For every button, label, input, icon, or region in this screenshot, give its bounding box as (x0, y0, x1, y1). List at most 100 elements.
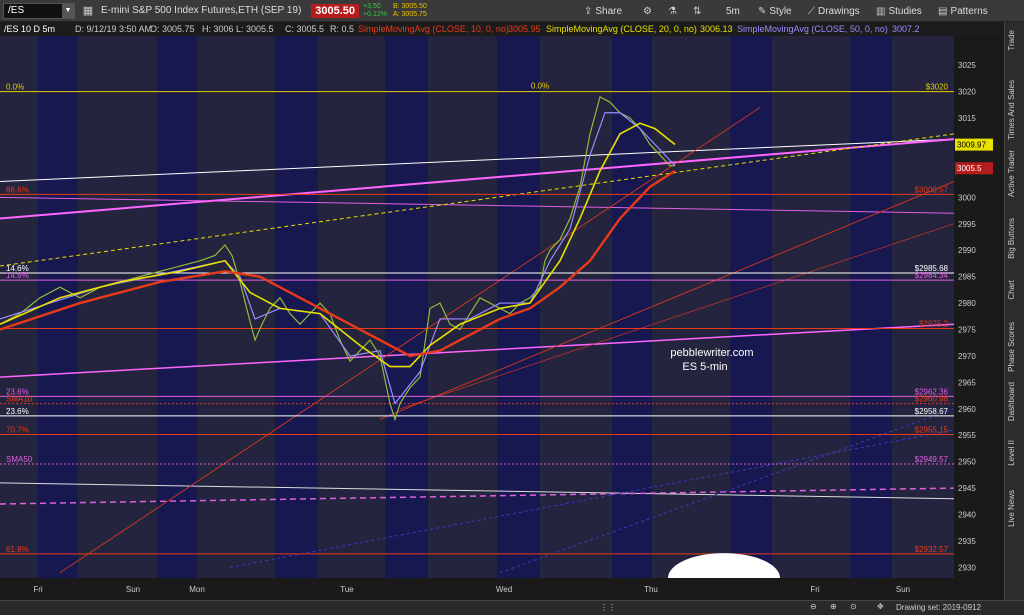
session-band (275, 36, 318, 578)
symbol-dropdown-icon[interactable]: ▼ (62, 3, 74, 18)
gear-button[interactable]: ⚙ (643, 3, 652, 19)
level-left-label: SMA10 (6, 395, 33, 404)
price-tag-label: 3005.5 (957, 164, 982, 173)
y-tick-label: 2940 (958, 511, 976, 520)
tab-chart[interactable]: Chart (1007, 280, 1023, 300)
y-tick-label: 2965 (958, 378, 976, 387)
scroll-handle-icon[interactable]: ⋮⋮ (600, 603, 616, 612)
y-tick-label: 2995 (958, 220, 976, 229)
status-open: O: 3005.75 (150, 24, 195, 34)
level-right-label: $3000.57 (915, 185, 949, 194)
right-sidebar: Trade Times And Sales Active Trader Big But… (1004, 22, 1024, 600)
drawings-button[interactable]: ⟋ Drawings (808, 3, 860, 19)
tab-times-and-sales[interactable]: Times And Sales (1007, 80, 1023, 140)
last-price: 3005.50 (311, 3, 360, 18)
status-high: H: 3006 (202, 24, 234, 34)
style-button[interactable]: ✎ Style (758, 3, 792, 19)
level-right-label: $2955.15 (915, 425, 949, 434)
style-label: Style (769, 5, 792, 17)
compare-button[interactable]: ⇅ (693, 3, 701, 19)
link-icon[interactable]: ▦ (81, 4, 95, 18)
level-right-label: $2984.34 (915, 271, 949, 280)
drawings-label: Drawings (818, 5, 860, 17)
status-low: L: 3005.5 (236, 24, 274, 34)
y-tick-label: 3020 (958, 88, 976, 97)
status-date: D: 9/12/19 3:50 AM (75, 24, 153, 34)
share-icon: ⇪ (584, 5, 593, 17)
drawing-set-label: Drawing set: 2019-0912 (896, 603, 981, 612)
tab-big-buttons[interactable]: Big Buttons (1007, 218, 1023, 259)
pan-icon[interactable]: ✥ (877, 602, 884, 611)
level-right-label: $2960.98 (915, 395, 949, 404)
sma50-label: SimpleMovingAvg (CLOSE, 50, 0, no) (737, 24, 888, 34)
level-right-label: $2932.57 (915, 545, 949, 554)
tab-active-trader[interactable]: Active Trader (1007, 150, 1023, 197)
patterns-label: Patterns (950, 5, 988, 17)
y-tick-label: 2950 (958, 458, 976, 467)
change-value: +3.50 (363, 2, 381, 10)
timeframe-button[interactable]: 5m (726, 3, 740, 19)
sma20-label: SimpleMovingAvg (CLOSE, 20, 0, no) (546, 24, 697, 34)
tab-level-ii[interactable]: Level II (1007, 440, 1023, 466)
tab-live-news[interactable]: Live News (1007, 490, 1023, 527)
zoom-in-icon[interactable]: ⊕ (830, 602, 837, 611)
level-left-label: 0.0% (6, 83, 24, 92)
symbol-value: /ES (8, 4, 25, 16)
session-band (157, 36, 197, 578)
share-label: Share (595, 5, 623, 17)
price-chart[interactable]: 0.0% 0.0% $302088.6% $3000.5714.6% $2985.681… (0, 36, 1004, 600)
studies-button[interactable]: ▥ Studies (876, 3, 922, 19)
sma50-value: 3007.2 (892, 24, 920, 34)
x-tick-label: Fri (810, 585, 820, 594)
level-mid-label: 0.0% (531, 82, 549, 91)
style-icon: ✎ (758, 5, 767, 17)
bid-value: B: 3005.50 (392, 2, 427, 10)
instrument-description: E-mini S&P 500 Index Futures,ETH (SEP 19… (101, 5, 302, 16)
y-tick-label: 3015 (958, 114, 976, 123)
patterns-icon: ▤ (938, 5, 948, 17)
x-tick-label: Mon (189, 585, 205, 594)
session-band (38, 36, 78, 578)
session-band (612, 36, 652, 578)
y-tick-label: 2970 (958, 352, 976, 361)
zoom-out-icon[interactable]: ⊖ (810, 602, 817, 611)
y-tick-label: 2985 (958, 273, 976, 282)
sma10-label: SimpleMovingAvg (CLOSE, 10, 0, no) (358, 24, 509, 34)
status-symbol: /ES 10 D 5m (4, 24, 56, 34)
watermark-site: pebblewriter.com (670, 347, 753, 359)
y-tick-label: 2930 (958, 563, 976, 572)
price-tag-label: 3009.97 (957, 141, 986, 150)
y-tick-label: 3025 (958, 61, 976, 70)
studies-label: Studies (888, 5, 922, 17)
sma10-value: 3005.95 (508, 24, 541, 34)
chart-window: /ES ▼ ▦ E-mini S&P 500 Index Futures,ETH… (0, 0, 1024, 615)
top-toolbar: /ES ▼ ▦ E-mini S&P 500 Index Futures,ETH… (0, 0, 1024, 22)
level-left-label: 14.6% (6, 271, 29, 280)
symbol-input[interactable]: /ES ▼ (3, 2, 75, 19)
y-tick-label: 2980 (958, 299, 976, 308)
timeframe-label: 5m (726, 5, 740, 17)
change-percent: +0.12% (363, 10, 387, 18)
x-tick-label: Tue (340, 585, 354, 594)
bottom-bar: ⋮⋮ ⊖ ⊕ ⊙ ✥ Drawing set: 2019-0912 (0, 600, 1024, 615)
flask-button[interactable]: ⚗ (668, 3, 677, 19)
tab-dashboard[interactable]: Dashboard (1007, 382, 1023, 421)
level-left-label: SMA50 (6, 455, 33, 464)
y-tick-label: 2975 (958, 326, 976, 335)
level-left-label: 61.8% (6, 545, 29, 554)
sma20-value: 3006.13 (700, 24, 733, 34)
x-tick-label: Sun (126, 585, 140, 594)
share-button[interactable]: ⇪ Share (584, 3, 622, 19)
tab-phase-scores[interactable]: Phase Scores (1007, 322, 1023, 372)
patterns-button[interactable]: ▤ Patterns (938, 3, 988, 19)
status-range: R: 0.5 (330, 24, 355, 34)
zoom-reset-icon[interactable]: ⊙ (850, 602, 857, 611)
tab-trade[interactable]: Trade (1007, 30, 1023, 51)
drawings-icon: ⟋ (808, 5, 815, 17)
level-left-label: 70.7% (6, 425, 29, 434)
x-tick-label: Fri (33, 585, 43, 594)
level-left-label: 88.6% (6, 185, 29, 194)
gear-icon: ⚙ (643, 5, 652, 17)
level-left-label: 23.6% (6, 407, 29, 416)
level-right-label: $2975.2 (919, 319, 948, 328)
